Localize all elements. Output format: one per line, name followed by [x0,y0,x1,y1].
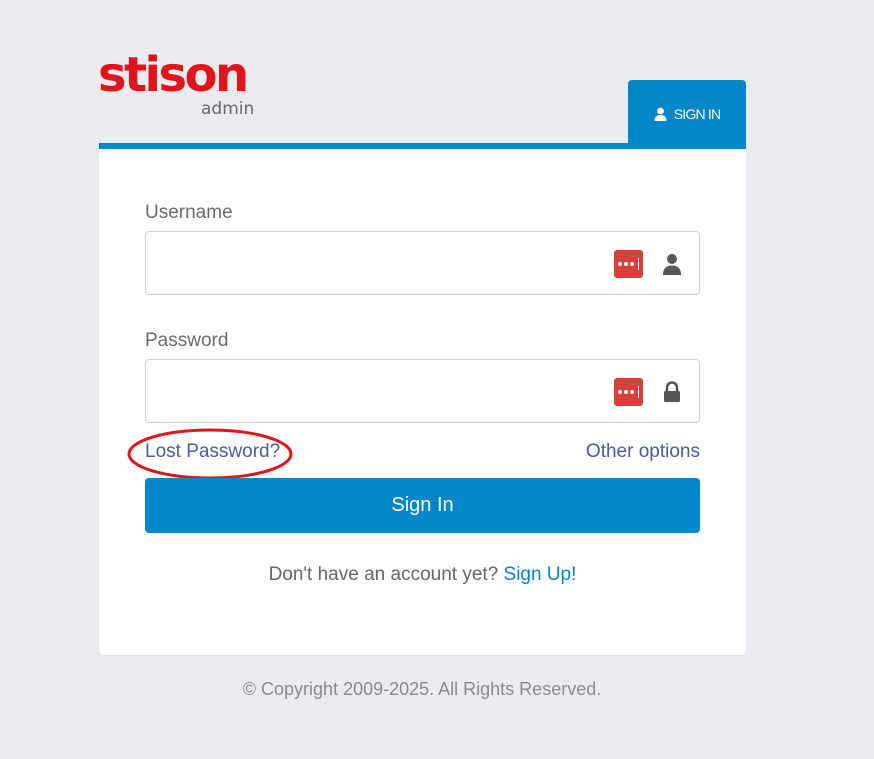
logo-subtitle: admin [201,99,255,119]
user-icon [661,252,683,276]
logo-brand: stison [98,47,249,103]
username-input[interactable] [156,240,600,288]
user-icon [654,107,667,121]
password-manager-icon[interactable] [614,378,643,406]
lock-icon [661,380,683,404]
username-field-box [145,231,700,295]
password-field-box [145,359,700,423]
password-input[interactable] [156,368,600,416]
sign-in-button[interactable]: Sign In [145,478,700,533]
password-label: Password [145,330,229,351]
username-label: Username [145,202,233,223]
sign-up-link[interactable]: Sign Up! [504,564,577,585]
login-card: Username Password Lost Password? Other o… [99,143,746,655]
tab-sign-in-label: SIGN IN [673,106,721,122]
password-manager-icon[interactable] [614,250,643,278]
other-options-link[interactable]: Other options [586,441,700,463]
logo: stison admin [98,46,268,126]
signup-prompt-line: Don't have an account yet? Sign Up! [99,564,746,586]
copyright-text: © Copyright 2009-2025. All Rights Reserv… [242,679,602,699]
signup-prompt: Don't have an account yet? [268,564,499,585]
login-page: stison admin SIGN IN Username Password L… [0,0,874,759]
tab-sign-in[interactable]: SIGN IN [628,80,746,148]
lost-password-link[interactable]: Lost Password? [145,441,280,463]
